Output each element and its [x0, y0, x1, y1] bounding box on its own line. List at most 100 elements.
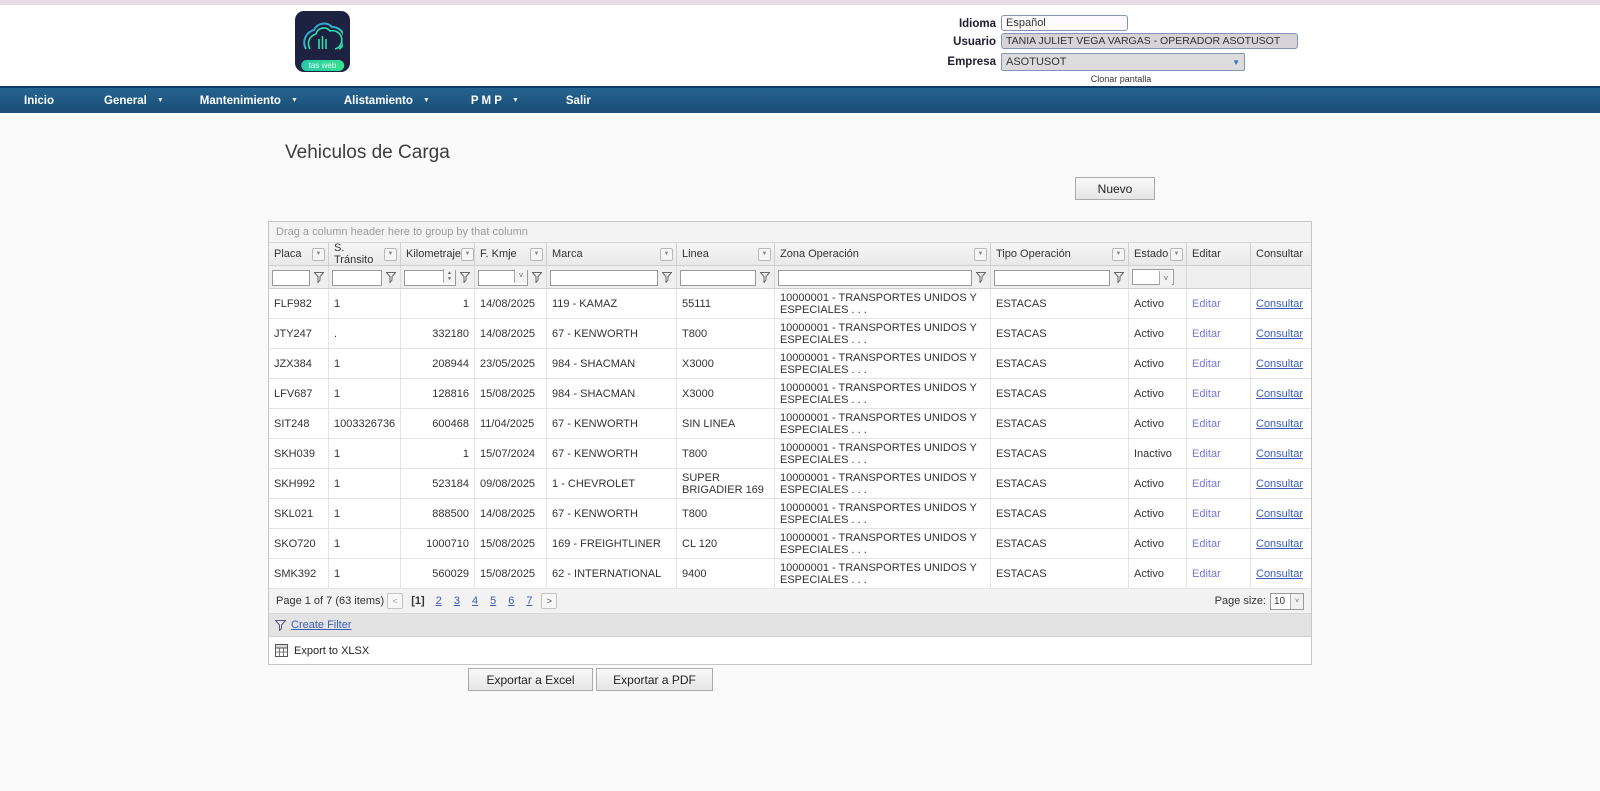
pager-prev-button[interactable]: < — [387, 593, 403, 609]
editar-link[interactable]: Editar — [1192, 448, 1221, 460]
column-header-marca[interactable]: Marca▼ — [547, 243, 677, 265]
consultar-link[interactable]: Consultar — [1256, 298, 1303, 310]
editar-link[interactable]: Editar — [1192, 388, 1221, 400]
nav-item-inicio[interactable]: Inicio — [24, 95, 54, 107]
page-size-label: Page size: — [1215, 595, 1266, 607]
editar-link[interactable]: Editar — [1192, 328, 1221, 340]
spinner-buttons[interactable]: ▲▼ — [443, 269, 455, 283]
pager-page-link[interactable]: 2 — [436, 595, 442, 607]
filter-funnel-button[interactable] — [385, 271, 397, 283]
column-header-linea[interactable]: Linea▼ — [677, 243, 775, 265]
cell-consultar: Consultar — [1251, 499, 1313, 528]
column-menu-button[interactable]: ▼ — [758, 248, 771, 261]
nav-item-salir[interactable]: Salir — [566, 95, 591, 107]
grid-group-panel[interactable]: Drag a column header here to group by th… — [269, 222, 1311, 243]
column-header-placa[interactable]: Placa▼ — [269, 243, 329, 265]
pager-page-link[interactable]: 5 — [490, 595, 496, 607]
usuario-input[interactable]: TANIA JULIET VEGA VARGAS - OPERADOR ASOT… — [1001, 33, 1298, 49]
column-menu-button[interactable]: ▼ — [1170, 248, 1183, 261]
cell-kilometraje: 560029 — [401, 559, 475, 588]
exportar-pdf-button[interactable]: Exportar a PDF — [596, 668, 713, 691]
nuevo-button[interactable]: Nuevo — [1075, 177, 1155, 200]
consultar-link[interactable]: Consultar — [1256, 418, 1303, 430]
filter-input-zona[interactable] — [778, 270, 972, 286]
editar-link[interactable]: Editar — [1192, 418, 1221, 430]
cell-editar: Editar — [1187, 499, 1251, 528]
date-dropdown-button[interactable]: ˅ — [514, 269, 527, 283]
consultar-link[interactable]: Consultar — [1256, 478, 1303, 490]
cell-zona: 10000001 - TRANSPORTES UNIDOS Y ESPECIAL… — [775, 559, 991, 588]
editar-link[interactable]: Editar — [1192, 298, 1221, 310]
column-menu-button[interactable]: ▼ — [660, 248, 673, 261]
filter-funnel-button[interactable] — [975, 271, 987, 283]
filter-funnel-button[interactable] — [661, 271, 673, 283]
vehicles-grid: Drag a column header here to group by th… — [268, 221, 1312, 665]
cell-linea: X3000 — [677, 379, 775, 408]
column-header-consultar[interactable]: Consultar — [1251, 243, 1313, 265]
filter-funnel-button[interactable] — [531, 271, 543, 283]
cell-zona: 10000001 - TRANSPORTES UNIDOS Y ESPECIAL… — [775, 499, 991, 528]
column-menu-button[interactable]: ▼ — [974, 248, 987, 261]
pager-page-link[interactable]: 4 — [472, 595, 478, 607]
column-header-editar[interactable]: Editar — [1187, 243, 1251, 265]
idioma-input[interactable]: Español — [1001, 15, 1128, 31]
filter-input-linea[interactable] — [680, 270, 756, 286]
filter-funnel-icon — [314, 272, 324, 283]
column-menu-button[interactable]: ▼ — [384, 248, 397, 261]
filter-input-wrap — [994, 268, 1110, 287]
editar-link[interactable]: Editar — [1192, 568, 1221, 580]
column-header-zona[interactable]: Zona Operación▼ — [775, 243, 991, 265]
export-xlsx-link[interactable]: Export to XLSX — [294, 645, 369, 657]
page-size-select[interactable]: 10 ˅ — [1270, 593, 1304, 610]
column-menu-button[interactable]: ▼ — [461, 248, 474, 261]
consultar-link[interactable]: Consultar — [1256, 538, 1303, 550]
filter-input-placa[interactable] — [272, 270, 310, 286]
filter-funnel-button[interactable] — [759, 271, 771, 283]
filter-select-estado[interactable]: ˅ — [1132, 269, 1174, 285]
editar-link[interactable]: Editar — [1192, 358, 1221, 370]
cell-transito: 1 — [329, 469, 401, 498]
filter-funnel-button[interactable] — [459, 271, 471, 283]
pager-next-button[interactable]: > — [541, 593, 557, 609]
column-menu-button[interactable]: ▼ — [1112, 248, 1125, 261]
cell-consultar: Consultar — [1251, 559, 1313, 588]
column-header-transito[interactable]: S. Tránsito▼ — [329, 243, 401, 265]
filter-funnel-button[interactable] — [1113, 271, 1125, 283]
cell-consultar: Consultar — [1251, 379, 1313, 408]
clonar-pantalla-link[interactable]: Clonar pantalla — [1001, 74, 1241, 84]
column-menu-button[interactable]: ▼ — [312, 248, 325, 261]
consultar-link[interactable]: Consultar — [1256, 388, 1303, 400]
consultar-link[interactable]: Consultar — [1256, 448, 1303, 460]
pager-page-link[interactable]: 6 — [508, 595, 514, 607]
pager-page-link[interactable]: 3 — [454, 595, 460, 607]
consultar-link[interactable]: Consultar — [1256, 508, 1303, 520]
pager-page-link[interactable]: 7 — [526, 595, 532, 607]
consultar-link[interactable]: Consultar — [1256, 328, 1303, 340]
cell-f_kmje: 15/08/2025 — [475, 559, 547, 588]
cell-kilometraje: 1 — [401, 439, 475, 468]
empresa-select[interactable]: ASOTUSOT ▼ — [1001, 53, 1245, 71]
column-header-f_kmje[interactable]: F. Kmje▼ — [475, 243, 547, 265]
filter-funnel-button[interactable] — [313, 271, 325, 283]
editar-link[interactable]: Editar — [1192, 508, 1221, 520]
cell-estado: Activo — [1129, 289, 1187, 318]
filter-input-wrap — [550, 268, 658, 287]
column-header-estado[interactable]: Estado▼ — [1129, 243, 1187, 265]
create-filter-link[interactable]: Create Filter — [291, 619, 352, 631]
column-header-kilometraje[interactable]: Kilometraje▼ — [401, 243, 475, 265]
editar-link[interactable]: Editar — [1192, 538, 1221, 550]
column-menu-button[interactable]: ▼ — [530, 248, 543, 261]
nav-item-alistamiento[interactable]: Alistamiento▼ — [344, 95, 430, 107]
consultar-link[interactable]: Consultar — [1256, 358, 1303, 370]
filter-input-marca[interactable] — [550, 270, 658, 286]
editar-link[interactable]: Editar — [1192, 478, 1221, 490]
nav-item-mantenimiento[interactable]: Mantenimiento▼ — [200, 95, 298, 107]
filter-cell-estado: ˅ — [1129, 266, 1187, 288]
nav-item-pmp[interactable]: P M P▼ — [471, 95, 519, 107]
column-header-tipo[interactable]: Tipo Operación▼ — [991, 243, 1129, 265]
filter-input-transito[interactable] — [332, 270, 382, 286]
consultar-link[interactable]: Consultar — [1256, 568, 1303, 580]
filter-input-tipo[interactable] — [994, 270, 1110, 286]
nav-item-general[interactable]: General▼ — [104, 95, 164, 107]
exportar-excel-button[interactable]: Exportar a Excel — [468, 668, 593, 691]
